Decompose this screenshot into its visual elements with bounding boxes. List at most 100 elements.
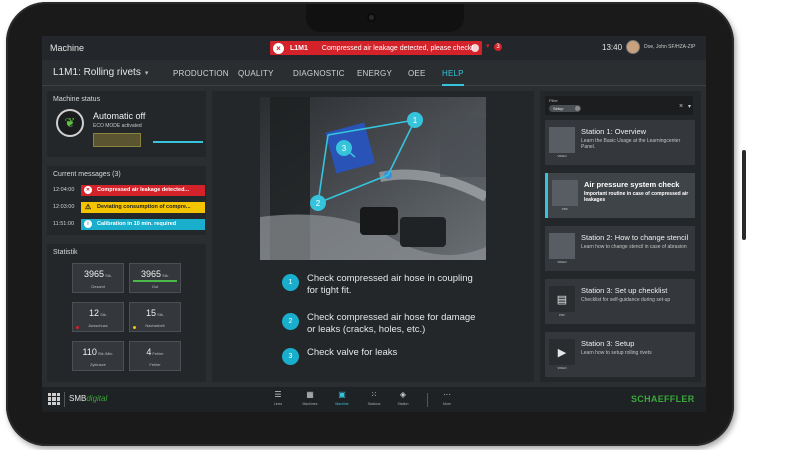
video-thumbnail [549, 233, 575, 259]
filter-chip[interactable]: Setup [549, 105, 581, 112]
stat-label: Gesamt [90, 284, 105, 289]
help-card[interactable]: ▶ VIDEO Station 3: Setup Learn how to se… [545, 332, 695, 377]
dock-label: Machine [335, 402, 349, 406]
step-text: Check valve for leaks [307, 347, 398, 358]
help-card-desc: Important routine in case of compressed … [584, 191, 689, 203]
media-tag: VIDEO [557, 154, 567, 158]
tab-production[interactable]: PRODUCTION [173, 69, 229, 78]
help-list-panel: Filter Setup × ▾ VIDEO Station 1: Overvi… [540, 91, 701, 382]
stat-value: 3965Stk. [141, 269, 169, 279]
media-tag: VIDEO [557, 366, 567, 370]
error-icon: × [273, 42, 284, 54]
divider [64, 392, 65, 407]
alarm-banner[interactable]: × L1M1 Compressed air leakage detected, … [270, 41, 482, 55]
chevron-down-icon[interactable]: ▾ [688, 103, 691, 110]
panel-title: Machine status [53, 96, 101, 103]
message-pill: ⚠ Deviating consumption of compre... [81, 201, 205, 213]
close-icon[interactable]: × [679, 103, 683, 110]
message-text: Compressed air leakage detected... [97, 187, 190, 193]
tablet-notch [306, 4, 464, 32]
machine-mode-sub: ECO MODE activated [93, 123, 142, 129]
tab-diagnostic[interactable]: DIAGNOSTIC [293, 69, 345, 78]
help-card-desc: Learn how to setup rolling rivets [581, 350, 652, 356]
camera-icon [367, 13, 376, 22]
machine-selector[interactable]: L1M1: Rolling rivets ▾ [53, 67, 148, 78]
station-icon: ◈ [399, 390, 407, 399]
stat-label: Zyklusze [90, 362, 106, 367]
photo-marker-3: 3 [342, 144, 347, 153]
help-step: 3 Check valve for leaks [282, 347, 477, 365]
tablet-side-button [742, 150, 746, 240]
help-card-desc: Learn the Basic Usage at the Learningcen… [581, 138, 681, 150]
dock-more[interactable]: ··· More [434, 390, 460, 410]
message-row[interactable]: 11:51:00 i Calibration in 10 min. require… [53, 218, 205, 230]
bottom-bar: SMBdigital ☰ Lines ▦ Machines ▣ Machine … [42, 387, 706, 412]
step-number: 1 [282, 274, 299, 291]
message-pill: i Calibration in 10 min. required [81, 218, 205, 230]
app-title: Machine [50, 43, 85, 53]
message-time: 11:51:00 [53, 221, 75, 227]
machine-status-panel: Machine status ❦ Automatic off ECO MODE … [47, 91, 206, 157]
machine-mode: Automatic off [93, 111, 146, 121]
tab-quality[interactable]: QUALITY [238, 69, 274, 78]
play-icon: ▶ [549, 339, 575, 365]
message-row[interactable]: 12:04:00 ✕ Compressed air leakage detecte… [53, 184, 205, 196]
message-text: Deviating consumption of compre... [97, 204, 191, 210]
progress-bar [153, 141, 203, 143]
dock-lines[interactable]: ☰ Lines [265, 390, 291, 410]
stat-label: Nacharbeit [145, 323, 165, 328]
pdf-thumbnail [552, 180, 578, 206]
machine-icon: ▣ [338, 390, 346, 399]
alarm-count-badge[interactable]: 3 [494, 43, 502, 51]
tab-oee[interactable]: OEE [408, 69, 426, 78]
leaf-icon: ❦ [56, 109, 84, 137]
dock-machine[interactable]: ▣ Machine [329, 390, 355, 410]
filter-label: Filter [549, 98, 558, 103]
avatar[interactable] [626, 40, 640, 54]
user-name[interactable]: Doe, John SF/HZA-ZIP [644, 44, 695, 50]
photo-marker-1: 1 [413, 116, 418, 125]
dock-label: Station [397, 402, 409, 406]
stat-label: Gut [151, 284, 159, 289]
info-icon: i [84, 220, 92, 228]
stat-tile: 15Stk. Nacharbeit [129, 302, 181, 332]
dock-station[interactable]: ◈ Station [390, 390, 416, 410]
help-step: 2 Check compressed air hose for damage o… [282, 312, 477, 336]
media-tag: VIDEO [557, 260, 567, 264]
stat-label: Ausschuss [88, 323, 108, 328]
filter-field[interactable]: Filter Setup × ▾ [545, 96, 693, 115]
eco-mode-button[interactable] [93, 133, 141, 147]
help-content-panel: 1 2 3 1 Check compressed air hose in cou… [212, 91, 534, 382]
alarm-indicator-icon [471, 44, 479, 52]
list-icon: ☰ [274, 390, 282, 399]
stat-tile: 110Stk./Min. Zyklusze [72, 341, 124, 371]
schaeffler-logo: SCHAEFFLER [631, 394, 695, 404]
message-pill: ✕ Compressed air leakage detected... [81, 184, 205, 196]
photo-marker-2: 2 [316, 199, 321, 208]
tab-energy[interactable]: ENERGY [357, 69, 392, 78]
dock-machines[interactable]: ▦ Machines [297, 390, 323, 410]
message-text: Calibration in 10 min. required [97, 221, 177, 227]
message-row[interactable]: 12:03:00 ⚠ Deviating consumption of compr… [53, 201, 205, 213]
help-card-title: Station 1: Overview [581, 127, 647, 136]
app-grid-icon[interactable] [48, 393, 60, 405]
chevron-down-icon[interactable]: ▾ [486, 42, 490, 50]
tab-help[interactable]: HELP [442, 69, 464, 86]
alarm-text: Compressed air leakage detected, please … [321, 44, 474, 52]
stat-tile: 4Fehler Fehler [129, 341, 181, 371]
help-card[interactable]: VIDEO Station 2: How to change stencil L… [545, 226, 695, 271]
media-tag: PDF [559, 313, 565, 317]
navbar: L1M1: Rolling rivets ▾ PRODUCTION QUALITY… [42, 60, 706, 86]
help-card[interactable]: VIDEO Station 1: Overview Learn the Basi… [545, 120, 695, 165]
help-card[interactable]: ▤ PDF Station 3: Set up checklist Checkl… [545, 279, 695, 324]
message-time: 12:03:00 [53, 204, 75, 210]
stat-value: 15Stk. [146, 308, 164, 318]
help-card-active[interactable]: PDF Air pressure system check Important … [545, 173, 695, 218]
alarm-code: L1M1 [290, 44, 308, 52]
titlebar: Machine × L1M1 Compressed air leakage de… [42, 36, 706, 60]
machine-photo: 1 2 3 [260, 97, 486, 260]
dock-label: Machines [302, 402, 318, 406]
dock-stations[interactable]: ⁙ Stations [361, 390, 387, 410]
stat-tile: 12Stk. Ausschuss [72, 302, 124, 332]
step-text: Check compressed air hose in coupling fo… [307, 273, 473, 296]
